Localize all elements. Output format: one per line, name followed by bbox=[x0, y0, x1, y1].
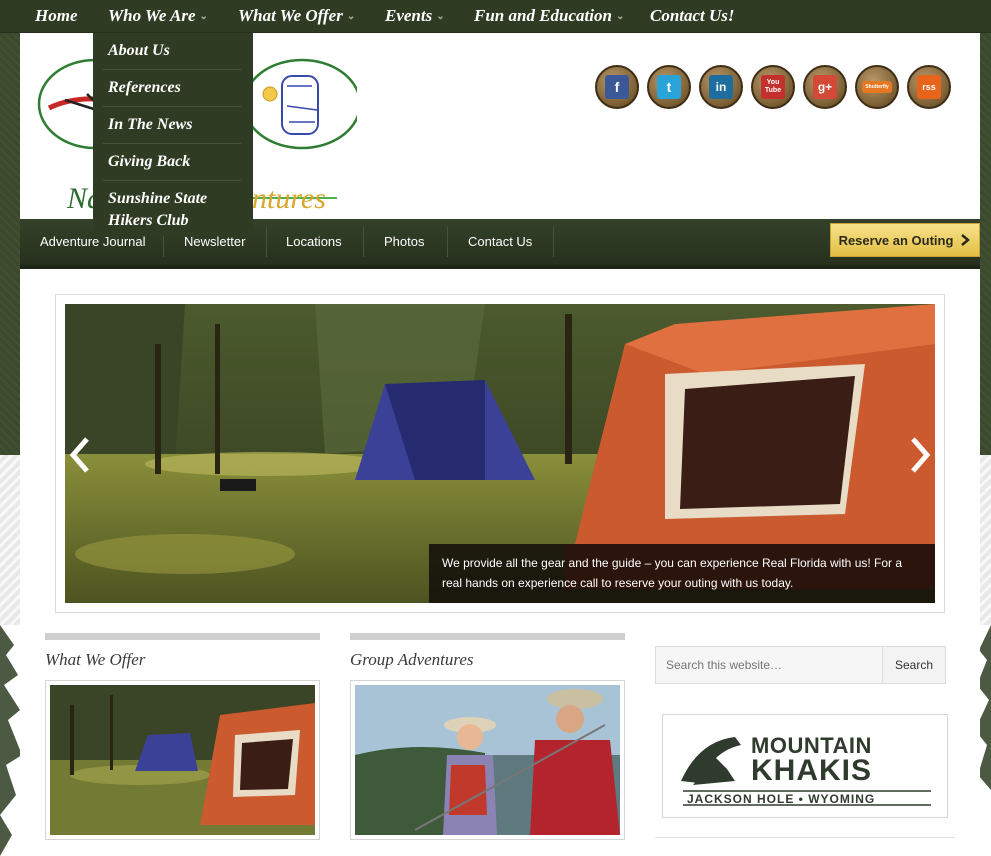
nav-contact-us[interactable]: Contact Us! bbox=[650, 6, 735, 28]
subnav-newsletter[interactable]: Newsletter bbox=[184, 234, 245, 249]
youtube-icon: You Tube bbox=[761, 75, 785, 99]
subnav-contact-us[interactable]: Contact Us bbox=[468, 234, 532, 249]
dropdown-divider bbox=[103, 69, 241, 70]
column-divider-bar bbox=[350, 633, 625, 640]
who-we-are-dropdown: About Us References In The News Giving B… bbox=[93, 33, 253, 236]
nav-who-we-are-label: Who We Are bbox=[108, 6, 196, 25]
reserve-outing-button[interactable]: Reserve an Outing bbox=[830, 223, 980, 257]
google-plus-icon: g+ bbox=[813, 75, 837, 99]
group-adventures-image bbox=[355, 685, 620, 835]
nav-events[interactable]: Events ⌄ bbox=[385, 6, 445, 28]
dropdown-item-giving-back[interactable]: Giving Back bbox=[108, 151, 243, 173]
top-navigation: Home Who We Are ⌄ What We Offer ⌄ Events ⌄ … bbox=[0, 0, 991, 33]
slider-next-arrow-icon[interactable] bbox=[905, 435, 935, 475]
search-input[interactable] bbox=[655, 646, 883, 684]
linkedin-button[interactable]: in bbox=[699, 65, 743, 109]
subnav-locations[interactable]: Locations bbox=[286, 234, 342, 249]
dropdown-item-references[interactable]: References bbox=[108, 77, 243, 99]
youtube-button[interactable]: You Tube bbox=[751, 65, 795, 109]
shutterfly-button[interactable]: Shutterfly bbox=[855, 65, 899, 109]
nav-home-label: Home bbox=[35, 6, 78, 25]
subnav-divider bbox=[266, 227, 267, 257]
linkedin-icon: in bbox=[709, 75, 733, 99]
nav-what-we-offer-label: What We Offer bbox=[238, 6, 343, 25]
mountain-khakis-logo: MOUNTAIN KHAKIS JACKSON HOLE • WYOMING bbox=[669, 721, 941, 811]
twitter-icon: t bbox=[657, 75, 681, 99]
subnav-divider bbox=[363, 227, 364, 257]
nav-fun-and-education[interactable]: Fun and Education ⌄ bbox=[474, 6, 624, 28]
twitter-button[interactable]: t bbox=[647, 65, 691, 109]
shutterfly-icon: Shutterfly bbox=[862, 81, 892, 93]
nav-events-label: Events bbox=[385, 6, 433, 25]
subnav-divider bbox=[553, 227, 554, 257]
logo-text-right: ntures bbox=[252, 182, 326, 215]
subnav-divider bbox=[447, 227, 448, 257]
subnav-photos[interactable]: Photos bbox=[384, 234, 424, 249]
dropdown-divider bbox=[103, 143, 241, 144]
dropdown-divider bbox=[103, 180, 241, 181]
nav-home[interactable]: Home bbox=[35, 6, 78, 28]
nav-contact-us-label: Contact Us! bbox=[650, 6, 735, 25]
sidebar-divider bbox=[655, 837, 955, 838]
chevron-down-icon: ⌄ bbox=[346, 11, 356, 22]
dropdown-item-sunshine-state-hikers-club[interactable]: Sunshine State Hikers Club bbox=[108, 188, 243, 232]
chevron-down-icon: ⌄ bbox=[436, 11, 445, 22]
tree-silhouette-left bbox=[0, 625, 22, 856]
slider-caption: We provide all the gear and the guide – … bbox=[429, 544, 935, 603]
column-divider-bar bbox=[45, 633, 320, 640]
facebook-icon: f bbox=[605, 75, 629, 99]
google-plus-button[interactable]: g+ bbox=[803, 65, 847, 109]
dropdown-divider bbox=[103, 106, 241, 107]
ad-line-location: JACKSON HOLE • WYOMING bbox=[687, 792, 876, 806]
search-button[interactable]: Search bbox=[882, 646, 946, 684]
group-adventures-thumbnail[interactable] bbox=[350, 680, 625, 840]
rss-icon: rss bbox=[917, 75, 941, 99]
chevron-down-icon: ⌄ bbox=[615, 11, 625, 22]
facebook-button[interactable]: f bbox=[595, 65, 639, 109]
chevron-down-icon: ⌄ bbox=[199, 11, 208, 22]
rss-button[interactable]: rss bbox=[907, 65, 951, 109]
chevron-right-icon bbox=[961, 234, 971, 246]
dropdown-item-in-the-news[interactable]: In The News bbox=[108, 114, 243, 136]
reserve-outing-label: Reserve an Outing bbox=[838, 232, 954, 248]
mountain-khakis-ad[interactable]: MOUNTAIN KHAKIS JACKSON HOLE • WYOMING bbox=[662, 714, 948, 818]
nav-who-we-are[interactable]: Who We Are ⌄ bbox=[108, 6, 208, 28]
what-we-offer-thumbnail[interactable] bbox=[45, 680, 320, 840]
nav-what-we-offer[interactable]: What We Offer ⌄ bbox=[238, 6, 355, 28]
dropdown-item-about-us[interactable]: About Us bbox=[108, 40, 243, 62]
subnav-adventure-journal[interactable]: Adventure Journal bbox=[40, 234, 146, 249]
column-title-what-we-offer: What We Offer bbox=[45, 650, 146, 669]
nav-fun-and-education-label: Fun and Education bbox=[474, 6, 612, 25]
slider-prev-arrow-icon[interactable] bbox=[65, 435, 95, 475]
ad-line-khakis: KHAKIS bbox=[751, 754, 873, 787]
what-we-offer-image bbox=[50, 685, 315, 835]
column-title-group-adventures: Group Adventures bbox=[350, 650, 474, 669]
